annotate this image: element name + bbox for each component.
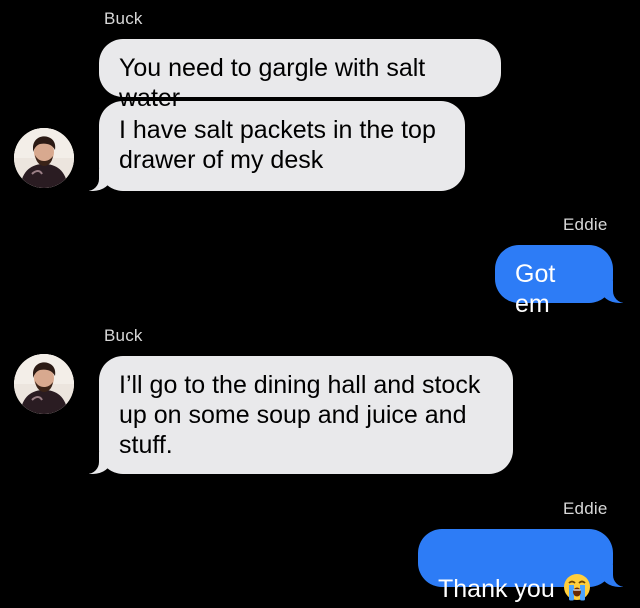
bubble-tail <box>81 452 111 474</box>
message-text-content: Thank you <box>438 575 555 603</box>
message-bubble-incoming[interactable]: I have salt packets in the top drawer of… <box>81 101 465 191</box>
message-text: I have salt packets in the top drawer of… <box>119 116 436 174</box>
avatar-buck[interactable] <box>14 128 74 188</box>
avatar-photo <box>14 354 74 414</box>
sender-name-buck: Buck <box>104 326 143 345</box>
avatar-photo <box>14 128 74 188</box>
message-bubble-outgoing[interactable]: Got em <box>495 245 631 318</box>
avatar-buck[interactable] <box>14 354 74 414</box>
message-bubble-incoming[interactable]: You need to gargle with salt water <box>99 39 501 112</box>
message-bubble-incoming[interactable]: I’ll go to the dining hall and stock up … <box>81 356 513 474</box>
sender-name-eddie: Eddie <box>563 215 608 234</box>
bubble-tail <box>601 281 631 303</box>
bubble-tail <box>601 565 631 587</box>
message-bubble-outgoing[interactable]: Thank you <box>418 529 631 603</box>
bubble-tail <box>81 169 111 191</box>
sender-name-eddie: Eddie <box>563 499 608 518</box>
message-text: Got em <box>515 260 556 318</box>
sender-name-buck: Buck <box>104 9 143 28</box>
message-text: I’ll go to the dining hall and stock up … <box>119 371 481 459</box>
message-text: Thank you <box>438 573 591 603</box>
loudly-crying-face-icon <box>563 573 591 601</box>
